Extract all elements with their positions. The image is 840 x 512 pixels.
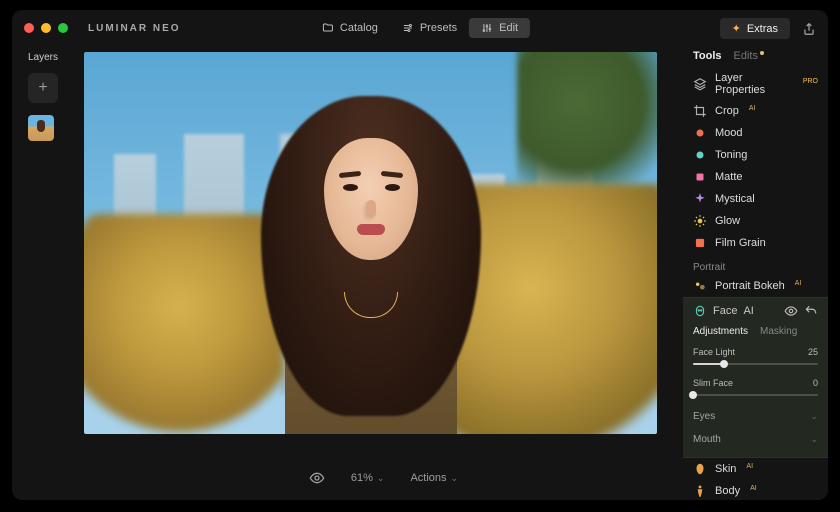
minimize-window-icon[interactable] (41, 23, 51, 33)
section-portrait: Portrait (683, 254, 828, 275)
main-nav: Catalog Presets Edit (310, 18, 530, 38)
app-window: LUMINAR NEO Catalog Presets Edit ✦ Extra… (12, 10, 828, 500)
dot-indicator-icon (760, 51, 764, 55)
tab-tools[interactable]: Tools (693, 50, 722, 62)
chevron-down-icon: ⌄ (451, 473, 459, 484)
tool-body[interactable]: BodyAI (683, 480, 828, 500)
layers-column: Layers + (12, 46, 84, 500)
window-controls (24, 23, 68, 33)
film-grain-icon (693, 236, 707, 250)
close-window-icon[interactable] (24, 23, 34, 33)
collapse-eyes[interactable]: Eyes ⌄ (693, 405, 818, 428)
adjust-icon (481, 22, 493, 34)
tool-face-panel: FaceAI Adjustments Masking Face Light 25 (683, 297, 828, 458)
tab-edits[interactable]: Edits (734, 50, 764, 62)
layers-heading: Layers (28, 52, 84, 63)
title-bar-right: ✦ Extras (720, 18, 816, 39)
nav-edit[interactable]: Edit (469, 18, 530, 38)
face-icon (693, 304, 707, 318)
slider-face-light-track[interactable] (693, 360, 818, 368)
nav-presets[interactable]: Presets (390, 18, 469, 38)
chevron-down-icon: ⌄ (810, 411, 818, 422)
layer-thumbnail[interactable] (28, 115, 54, 141)
undo-icon[interactable] (804, 304, 818, 318)
subtab-masking[interactable]: Masking (760, 326, 797, 337)
layers-icon (693, 77, 707, 91)
share-icon[interactable] (802, 22, 816, 36)
collapse-mouth[interactable]: Mouth ⌄ (693, 428, 818, 451)
actions-dropdown[interactable]: Actions⌄ (410, 472, 458, 484)
tool-skin[interactable]: SkinAI (683, 458, 828, 480)
tool-glow[interactable]: Glow (683, 210, 828, 232)
mystical-icon (693, 192, 707, 206)
bokeh-icon (693, 279, 707, 293)
chevron-down-icon: ⌄ (810, 434, 818, 445)
tool-toning[interactable]: Toning (683, 144, 828, 166)
eye-icon[interactable] (784, 304, 798, 318)
app-body: Layers + (12, 46, 828, 500)
canvas-column: 61%⌄ Actions⌄ (84, 46, 683, 500)
face-panel-header[interactable]: FaceAI (693, 298, 818, 322)
right-panel: Tools Edits Layer Properties PRO CropAI … (683, 46, 828, 500)
body-icon (693, 484, 707, 498)
sparkle-icon: ✦ (732, 22, 741, 35)
nav-catalog[interactable]: Catalog (310, 18, 390, 38)
sliders-icon (402, 22, 414, 34)
tool-layer-properties[interactable]: Layer Properties PRO (683, 68, 828, 100)
tool-portrait-bokeh[interactable]: Portrait BokehAI (683, 275, 828, 297)
folder-icon (322, 22, 334, 34)
mood-icon (693, 126, 707, 140)
slider-slim-face-track[interactable] (693, 391, 818, 399)
slider-face-light: Face Light 25 (693, 343, 818, 374)
crop-icon (693, 104, 707, 118)
brand-label: LUMINAR NEO (88, 23, 181, 34)
preview-toggle-icon[interactable] (309, 470, 325, 486)
slider-slim-face: Slim Face 0 (693, 374, 818, 405)
title-bar: LUMINAR NEO Catalog Presets Edit ✦ Extra… (12, 10, 828, 46)
canvas-container (84, 46, 683, 456)
skin-icon (693, 462, 707, 476)
pro-badge: PRO (803, 78, 818, 85)
tool-mood[interactable]: Mood (683, 122, 828, 144)
zoom-dropdown[interactable]: 61%⌄ (351, 472, 385, 484)
glow-icon (693, 214, 707, 228)
tool-matte[interactable]: Matte (683, 166, 828, 188)
tool-crop[interactable]: CropAI (683, 100, 828, 122)
face-subtabs: Adjustments Masking (693, 322, 818, 343)
chevron-down-icon: ⌄ (377, 473, 385, 484)
fullscreen-window-icon[interactable] (58, 23, 68, 33)
right-tabs: Tools Edits (683, 46, 828, 68)
toning-icon (693, 148, 707, 162)
tool-mystical[interactable]: Mystical (683, 188, 828, 210)
matte-icon (693, 170, 707, 184)
add-layer-button[interactable]: + (28, 73, 58, 103)
bottom-bar: 61%⌄ Actions⌄ (84, 456, 683, 500)
tool-film-grain[interactable]: Film Grain (683, 232, 828, 254)
image-canvas[interactable] (84, 52, 657, 434)
subtab-adjustments[interactable]: Adjustments (693, 326, 748, 337)
extras-button[interactable]: ✦ Extras (720, 18, 790, 39)
